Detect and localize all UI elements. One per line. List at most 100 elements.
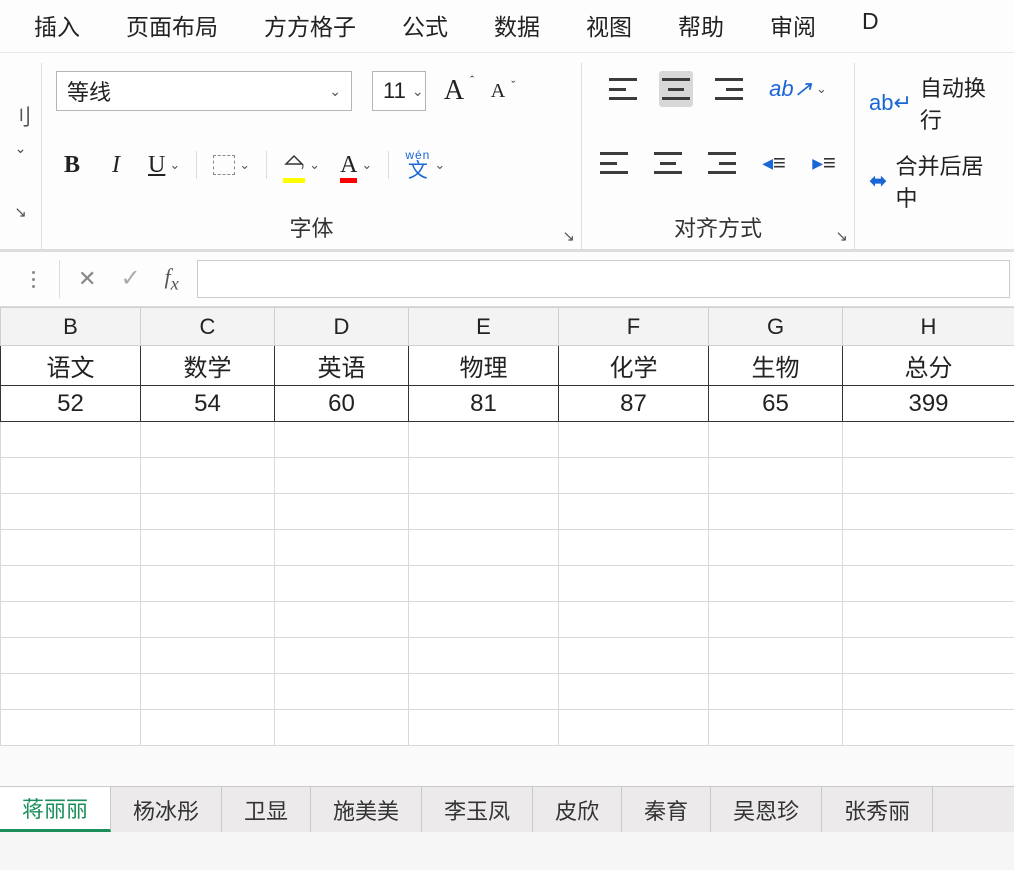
menu-review[interactable]: 审阅: [770, 8, 816, 42]
sheet-tab[interactable]: 皮欣: [533, 787, 622, 832]
col-header[interactable]: F: [559, 308, 709, 346]
formula-input[interactable]: [197, 260, 1010, 298]
shrink-font-icon: Aˇ: [491, 80, 505, 103]
col-header[interactable]: C: [141, 308, 275, 346]
paste-partial-icon[interactable]: 刂: [9, 100, 31, 132]
align-center-button[interactable]: [650, 145, 686, 181]
merge-center-button[interactable]: ⬌ 合并后居中: [869, 149, 1000, 213]
cell[interactable]: 52: [1, 386, 141, 422]
col-header[interactable]: B: [1, 308, 141, 346]
shrink-font-button[interactable]: Aˇ: [482, 73, 514, 109]
align-right-button[interactable]: [704, 145, 740, 181]
borders-icon: [213, 155, 235, 175]
clipboard-launcher-icon[interactable]: ↘: [14, 203, 27, 221]
cell[interactable]: 81: [409, 386, 559, 422]
cell[interactable]: 英语: [275, 346, 409, 386]
col-header[interactable]: G: [709, 308, 843, 346]
col-header[interactable]: D: [275, 308, 409, 346]
align-bottom-icon: [715, 78, 743, 100]
alignment-dialog-launcher-icon[interactable]: ↘: [835, 227, 848, 245]
col-header[interactable]: E: [409, 308, 559, 346]
table-row: 52 54 60 81 87 65 399: [1, 386, 1014, 422]
align-right-icon: [708, 152, 736, 174]
alignment-group-label: 对齐方式: [596, 205, 840, 245]
font-size-select[interactable]: 11 ⌄: [372, 71, 426, 111]
merge-center-label: 合并后居中: [895, 149, 1000, 213]
menu-pagelayout[interactable]: 页面布局: [126, 8, 218, 42]
cell[interactable]: 数学: [141, 346, 275, 386]
menu-view[interactable]: 视图: [586, 8, 632, 42]
align-top-icon: [609, 78, 637, 100]
alignment-group: ab↗ ⌄ ◀≡ ▶≡ 对齐方式 ↘: [582, 63, 855, 249]
font-color-button[interactable]: A ⌄: [336, 147, 376, 183]
font-name-select[interactable]: 等线 ⌄: [56, 71, 352, 111]
sheet-tabs: 蒋丽丽 杨冰彤 卫显 施美美 李玉凤 皮欣 秦育 吴恩珍 张秀丽: [0, 786, 1014, 832]
wrap-merge-group: ab↵ 自动换行 ⬌ 合并后居中: [855, 63, 1014, 249]
ribbon: 刂 ⌄ ↘ 等线 ⌄ 11 ⌄ Aˆ Aˇ B I U: [0, 53, 1014, 251]
bold-button[interactable]: B: [56, 147, 88, 183]
font-group-label: 字体: [56, 205, 567, 245]
menu-help[interactable]: 帮助: [678, 8, 724, 42]
cell[interactable]: 语文: [1, 346, 141, 386]
underline-button[interactable]: U ⌄: [144, 147, 184, 183]
wrap-text-label: 自动换行: [920, 71, 1000, 135]
cell[interactable]: 65: [709, 386, 843, 422]
name-box-handle[interactable]: [8, 260, 60, 298]
table-row: 语文 数学 英语 物理 化学 生物 总分: [1, 346, 1014, 386]
cell[interactable]: 399: [843, 386, 1014, 422]
sheet-tab[interactable]: 张秀丽: [822, 787, 933, 832]
cell[interactable]: 化学: [559, 346, 709, 386]
menu-data[interactable]: 数据: [494, 8, 540, 42]
menu-fanggezi[interactable]: 方方格子: [264, 8, 356, 42]
increase-indent-icon: ▶: [812, 155, 823, 172]
spreadsheet-grid[interactable]: B C D E F G H 语文 数学 英语 物理 化学 生物 总分 52 54…: [0, 307, 1014, 746]
align-bottom-button[interactable]: [711, 71, 747, 107]
align-middle-button[interactable]: [659, 71, 693, 107]
sheet-tab[interactable]: 卫显: [222, 787, 311, 832]
wrap-text-button[interactable]: ab↵ 自动换行: [869, 71, 1000, 135]
sheet-tab[interactable]: 秦育: [622, 787, 711, 832]
cell[interactable]: 物理: [409, 346, 559, 386]
align-center-icon: [654, 152, 682, 174]
paste-dropdown-icon[interactable]: ⌄: [15, 140, 27, 157]
sheet-tab[interactable]: 杨冰彤: [111, 787, 222, 832]
grow-font-button[interactable]: Aˆ: [438, 73, 470, 109]
font-color-icon: A: [340, 152, 357, 179]
menu-cut-d[interactable]: D: [862, 8, 879, 42]
menu-insert[interactable]: 插入: [34, 8, 80, 42]
increase-indent-button[interactable]: ▶≡: [808, 145, 840, 181]
cell[interactable]: 60: [275, 386, 409, 422]
chevron-down-icon: ⌄: [239, 157, 250, 173]
decrease-indent-icon: ◀: [762, 155, 773, 172]
font-size-value: 11: [383, 78, 406, 104]
decrease-indent-button[interactable]: ◀≡: [758, 145, 790, 181]
italic-button[interactable]: I: [100, 147, 132, 183]
chevron-down-icon: ⌄: [361, 157, 372, 173]
sheet-tab[interactable]: 蒋丽丽: [0, 787, 111, 832]
sheet-tab[interactable]: 李玉凤: [422, 787, 533, 832]
align-top-button[interactable]: [605, 71, 641, 107]
fill-color-button[interactable]: ⌄: [279, 147, 324, 183]
cell[interactable]: 总分: [843, 346, 1014, 386]
col-header[interactable]: H: [843, 308, 1014, 346]
sheet-tab[interactable]: 施美美: [311, 787, 422, 832]
column-header-row: B C D E F G H: [1, 308, 1014, 346]
cancel-entry-button[interactable]: ✕: [78, 266, 96, 292]
cell[interactable]: 87: [559, 386, 709, 422]
chevron-down-icon: ⌄: [329, 83, 341, 100]
cell[interactable]: 生物: [709, 346, 843, 386]
insert-function-button[interactable]: fx: [165, 264, 179, 294]
sheet-tab[interactable]: 吴恩珍: [711, 787, 822, 832]
cell[interactable]: 54: [141, 386, 275, 422]
chevron-down-icon: ⌄: [309, 157, 320, 173]
phonetic-guide-button[interactable]: wén文 ⌄: [401, 147, 449, 183]
font-dialog-launcher-icon[interactable]: ↘: [562, 227, 575, 245]
menu-formula[interactable]: 公式: [402, 8, 448, 42]
chevron-down-icon: ⌄: [434, 157, 445, 173]
align-left-button[interactable]: [596, 145, 632, 181]
orientation-button[interactable]: ab↗ ⌄: [765, 71, 831, 107]
borders-button[interactable]: ⌄: [209, 147, 254, 183]
accept-entry-button[interactable]: ✓: [120, 264, 140, 293]
menu-bar: 插入 页面布局 方方格子 公式 数据 视图 帮助 审阅 D: [0, 0, 1014, 53]
align-left-icon: [600, 152, 628, 174]
